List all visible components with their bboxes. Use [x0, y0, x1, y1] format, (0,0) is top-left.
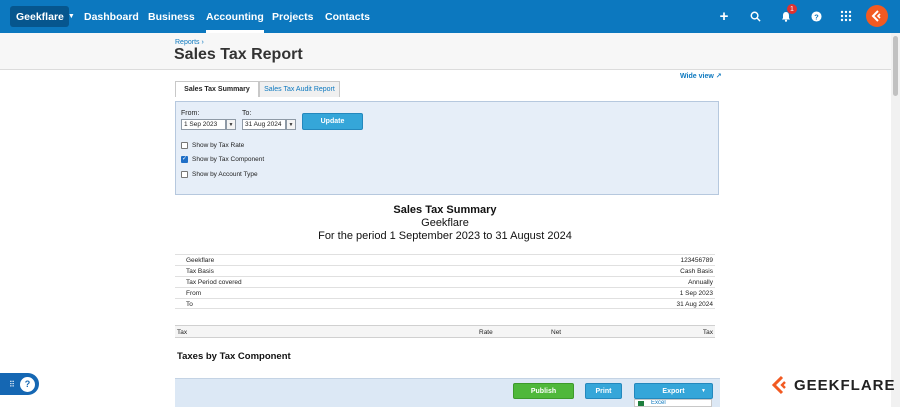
svg-text:?: ? [814, 12, 819, 21]
column-tax-amount: Tax [702, 329, 713, 336]
chat-icon: ? [20, 376, 35, 392]
nav-projects[interactable]: Projects [272, 0, 313, 33]
grid-dots-icon: ⠿ [9, 380, 15, 389]
show-by-tax-component-label: Show by Tax Component [192, 156, 265, 163]
top-navigation-bar: Geekflare ▼ Dashboard Business Accountin… [0, 0, 900, 33]
export-menu-item-excel[interactable]: Excel [634, 399, 712, 407]
organisation-switcher-button[interactable]: Geekflare ▼ [10, 6, 75, 27]
from-label: From: [181, 110, 200, 117]
geekflare-logo-icon[interactable] [866, 5, 888, 27]
info-value: Cash Basis [680, 268, 713, 275]
report-organisation: Geekflare [421, 217, 469, 229]
filter-panel [175, 101, 719, 195]
info-row: Tax Period covered Annually [175, 276, 715, 287]
from-date-field[interactable]: 1 Sep 2023 [181, 119, 226, 130]
to-label: To: [242, 110, 252, 117]
column-tax: Tax [177, 329, 188, 336]
show-by-tax-component-checkbox[interactable]: ✓ [181, 156, 188, 163]
notification-count-badge: 1 [787, 4, 797, 14]
watermark-text: GEEKFLARE [794, 376, 896, 394]
show-by-tax-rate-checkbox[interactable] [181, 142, 188, 149]
section-title: Taxes by Tax Component [177, 351, 291, 362]
breadcrumb-reports[interactable]: Reports › [175, 39, 204, 46]
info-key: Tax Basis [186, 268, 214, 275]
calendar-dropdown-icon[interactable]: ▼ [286, 119, 296, 130]
nav-accounting[interactable]: Accounting [206, 0, 264, 33]
tax-table-header: Tax Rate Net Tax [175, 325, 715, 338]
info-key: From [186, 290, 202, 297]
chat-launcher-button[interactable]: ⠿ ? [0, 373, 39, 395]
apps-grid-icon[interactable] [838, 8, 854, 24]
info-value: 31 Aug 2024 [676, 301, 713, 308]
help-icon[interactable]: ? [808, 8, 824, 24]
nav-dashboard[interactable]: Dashboard [84, 0, 139, 33]
info-row: Tax Basis Cash Basis [175, 265, 715, 276]
page-header [0, 33, 900, 70]
info-key: Geekflare [186, 257, 215, 264]
info-row: To 31 Aug 2024 [175, 298, 715, 309]
plus-icon[interactable]: + [716, 8, 732, 25]
search-icon[interactable] [747, 8, 763, 24]
nav-contacts[interactable]: Contacts [325, 0, 370, 33]
export-button[interactable]: Export ▼ [634, 383, 713, 399]
show-by-tax-rate-label: Show by Tax Rate [192, 142, 245, 149]
page-title: Sales Tax Report [174, 46, 303, 63]
tab-sales-tax-audit-report[interactable]: Sales Tax Audit Report [259, 81, 340, 97]
report-title: Sales Tax Summary [393, 204, 497, 216]
show-by-account-type-label: Show by Account Type [192, 171, 258, 178]
info-key: Tax Period covered [186, 279, 242, 286]
info-row: From 1 Sep 2023 [175, 287, 715, 298]
column-rate: Rate [479, 329, 493, 336]
excel-icon [638, 401, 644, 406]
tab-sales-tax-summary[interactable]: Sales Tax Summary [175, 81, 259, 97]
geekflare-logo-icon [771, 375, 786, 395]
print-button[interactable]: Print [585, 383, 622, 399]
publish-button[interactable]: Publish [513, 383, 574, 399]
info-key: To [186, 301, 193, 308]
info-value: Annually [688, 279, 713, 286]
update-button[interactable]: Update [302, 113, 363, 130]
caret-down-icon: ▼ [701, 388, 706, 394]
nav-business[interactable]: Business [148, 0, 195, 33]
report-period: For the period 1 September 2023 to 31 Au… [318, 230, 572, 242]
wide-view-link[interactable]: Wide view ↗ [680, 72, 722, 80]
to-date-field[interactable]: 31 Aug 2024 [242, 119, 286, 130]
geekflare-watermark: GEEKFLARE [770, 375, 896, 395]
column-net: Net [551, 329, 562, 336]
info-value: 1 Sep 2023 [679, 290, 713, 297]
info-row: Geekflare 123456789 [175, 254, 715, 265]
organisation-name: Geekflare [16, 10, 64, 23]
export-label: Export [662, 387, 685, 395]
caret-down-icon: ▼ [67, 13, 75, 20]
calendar-dropdown-icon[interactable]: ▼ [226, 119, 236, 130]
scrollbar-thumb[interactable] [893, 36, 898, 96]
show-by-account-type-checkbox[interactable] [181, 171, 188, 178]
info-value: 123456789 [680, 257, 713, 264]
export-menu-label: Excel [651, 400, 666, 406]
